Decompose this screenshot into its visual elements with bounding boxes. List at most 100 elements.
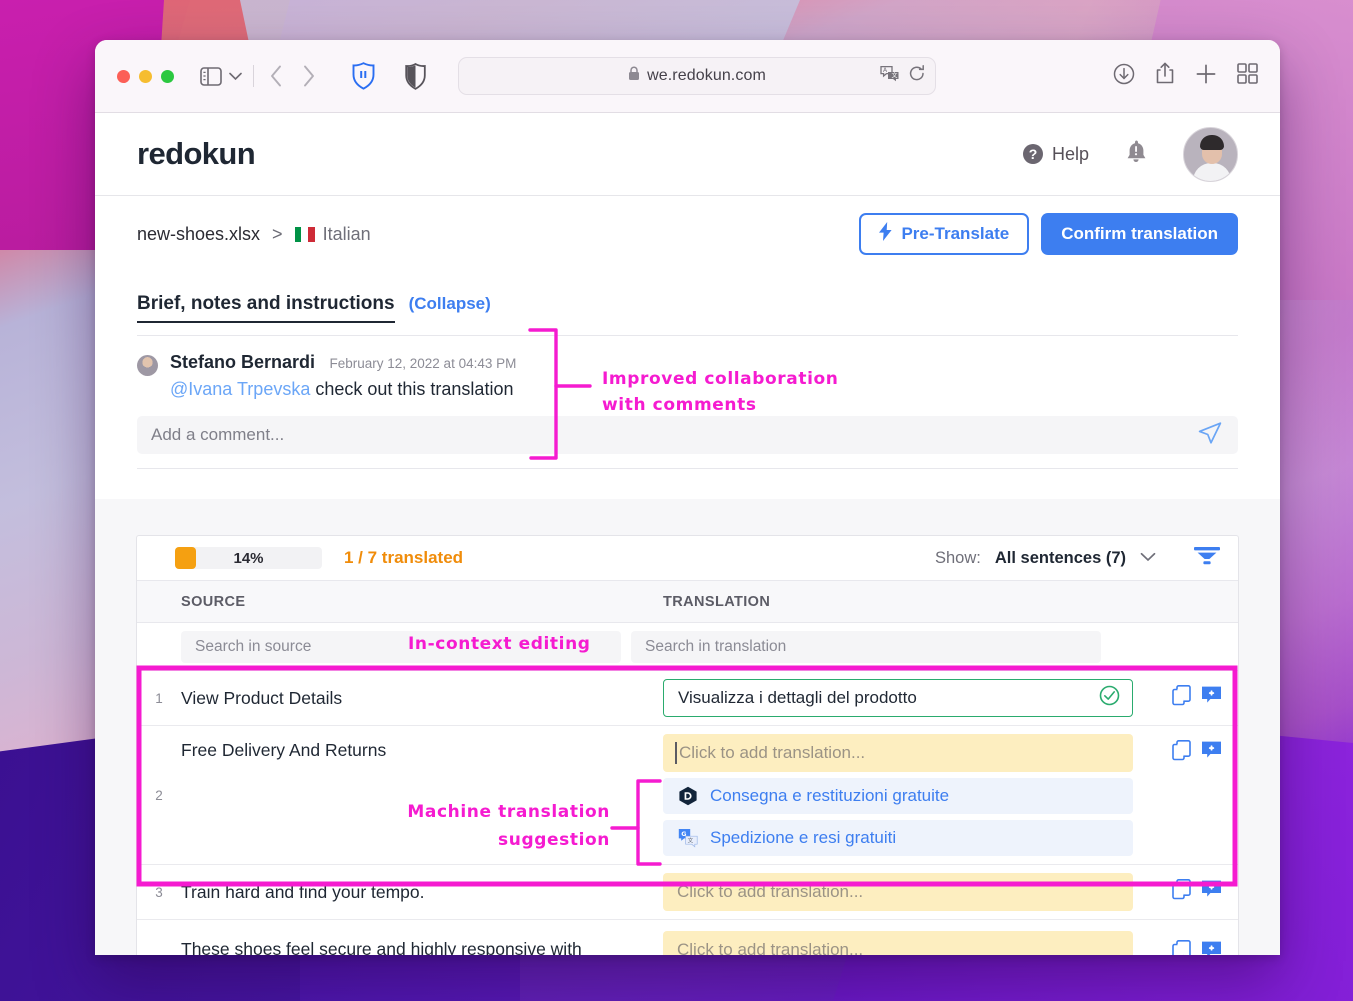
add-comment-input[interactable]: Add a comment... bbox=[137, 416, 1238, 454]
progress-percent: 14% bbox=[233, 550, 263, 567]
privacy-shield-icon[interactable] bbox=[398, 61, 432, 91]
breadcrumb-language[interactable]: Italian bbox=[295, 224, 371, 245]
show-label: Show: bbox=[935, 549, 981, 568]
address-bar[interactable]: we.redokun.com A 文 bbox=[458, 57, 936, 95]
breadcrumb-separator: > bbox=[272, 224, 283, 245]
add-comment-placeholder: Add a comment... bbox=[151, 425, 284, 445]
tab-overview-icon[interactable] bbox=[1237, 63, 1258, 89]
row-source-text: Train hard and find your tempo. bbox=[181, 865, 653, 919]
breadcrumb: new-shoes.xlsx > Italian bbox=[137, 224, 371, 245]
row-number: 4 bbox=[137, 920, 181, 955]
lock-icon bbox=[628, 66, 640, 86]
table-row: 4 These shoes feel secure and highly res… bbox=[137, 920, 1238, 955]
browser-toolbar: we.redokun.com A 文 bbox=[95, 40, 1280, 113]
row-source-text: Free Delivery And Returns bbox=[181, 726, 653, 864]
row-number: 1 bbox=[137, 671, 181, 725]
comment-body: @Ivana Trpevska check out this translati… bbox=[170, 379, 516, 400]
check-circle-icon bbox=[1099, 685, 1120, 711]
search-translation-placeholder: Search in translation bbox=[645, 638, 786, 656]
zoom-window-button[interactable] bbox=[161, 70, 174, 83]
row-translation-placeholder: Click to add translation... bbox=[677, 882, 863, 902]
breadcrumb-row: new-shoes.xlsx > Italian Pre-Translate C… bbox=[95, 196, 1280, 271]
svg-text:文: 文 bbox=[687, 837, 693, 845]
search-translation-input[interactable]: Search in translation bbox=[631, 631, 1101, 663]
table-row: 1 View Product Details Visualizza i dett… bbox=[137, 671, 1238, 726]
pre-translate-button[interactable]: Pre-Translate bbox=[859, 213, 1029, 255]
table-row: 3 Train hard and find your tempo. Click … bbox=[137, 865, 1238, 920]
copy-icon[interactable] bbox=[1172, 740, 1191, 761]
search-source-input[interactable]: Search in source bbox=[181, 631, 621, 663]
google-translate-icon: G 文 bbox=[677, 828, 698, 849]
copy-icon[interactable] bbox=[1172, 685, 1191, 706]
sentence-panel: 14% 1 / 7 translated Show: All sentences… bbox=[136, 535, 1239, 955]
row-translation-input[interactable]: Click to add translation... bbox=[663, 734, 1133, 772]
redokun-logo[interactable]: redokun bbox=[137, 136, 255, 172]
row-source-text: These shoes feel secure and highly respo… bbox=[181, 920, 653, 955]
add-comment-icon[interactable] bbox=[1201, 940, 1222, 955]
comment-item: Stefano Bernardi February 12, 2022 at 04… bbox=[137, 336, 1238, 400]
machine-translation-suggestion[interactable]: G 文 Spedizione e resi gratuiti bbox=[663, 820, 1133, 856]
new-tab-icon[interactable] bbox=[1195, 63, 1217, 90]
toolbar-divider bbox=[253, 65, 254, 87]
breadcrumb-language-label: Italian bbox=[323, 224, 371, 245]
progress-bar: 14% bbox=[175, 547, 322, 569]
forward-icon[interactable] bbox=[292, 61, 324, 91]
machine-translation-suggestion[interactable]: Consegna e restituzioni gratuite bbox=[663, 778, 1133, 814]
back-icon[interactable] bbox=[260, 61, 292, 91]
close-window-button[interactable] bbox=[117, 70, 130, 83]
brief-title: Brief, notes and instructions bbox=[137, 293, 395, 323]
avatar-body bbox=[1193, 163, 1231, 182]
row-translation-input[interactable]: Click to add translation... bbox=[663, 873, 1133, 911]
pre-translate-label: Pre-Translate bbox=[901, 224, 1009, 244]
add-comment-icon[interactable] bbox=[1201, 740, 1222, 761]
traffic-lights bbox=[117, 70, 174, 83]
reload-icon[interactable] bbox=[909, 65, 925, 87]
downloads-icon[interactable] bbox=[1113, 63, 1135, 90]
add-comment-icon[interactable] bbox=[1201, 685, 1222, 706]
svg-text:A: A bbox=[883, 67, 888, 74]
confirm-translation-label: Confirm translation bbox=[1061, 224, 1218, 244]
filter-funnel-icon[interactable] bbox=[1194, 546, 1220, 571]
comment-timestamp: February 12, 2022 at 04:43 PM bbox=[329, 356, 516, 371]
share-icon[interactable] bbox=[1155, 62, 1175, 90]
avatar[interactable] bbox=[1183, 127, 1238, 182]
app-header: redokun ? Help bbox=[95, 113, 1280, 196]
translate-icon[interactable]: A 文 bbox=[880, 65, 900, 87]
copy-icon[interactable] bbox=[1172, 879, 1191, 900]
brief-bottom-divider bbox=[137, 468, 1238, 469]
collapse-link[interactable]: (Collapse) bbox=[409, 294, 491, 314]
url-text: we.redokun.com bbox=[647, 67, 766, 85]
italy-flag-icon bbox=[295, 227, 315, 242]
help-button[interactable]: ? Help bbox=[1023, 144, 1089, 165]
comment-mention[interactable]: @Ivana Trpevska bbox=[170, 379, 310, 399]
confirm-translation-button[interactable]: Confirm translation bbox=[1041, 213, 1238, 255]
sidebar-chevron-down-icon[interactable] bbox=[225, 62, 245, 90]
sentence-grid-area: 14% 1 / 7 translated Show: All sentences… bbox=[95, 499, 1280, 955]
panel-toolbar: 14% 1 / 7 translated Show: All sentences… bbox=[137, 536, 1238, 581]
sidebar-toggle-icon[interactable] bbox=[197, 62, 225, 90]
question-mark-icon: ? bbox=[1023, 144, 1043, 164]
row-translation-input[interactable]: Visualizza i dettagli del prodotto bbox=[663, 679, 1133, 717]
chevron-down-icon[interactable] bbox=[1140, 549, 1156, 567]
row-translation-input[interactable]: Click to add translation... bbox=[663, 931, 1133, 956]
table-row: 2 Free Delivery And Returns Click to add… bbox=[137, 726, 1238, 865]
copy-icon[interactable] bbox=[1172, 940, 1191, 955]
row-translation-text: Visualizza i dettagli del prodotto bbox=[678, 688, 917, 708]
comment-avatar bbox=[137, 355, 158, 376]
minimize-window-button[interactable] bbox=[139, 70, 152, 83]
browser-toolbar-right bbox=[1099, 62, 1258, 90]
translated-count: 1 / 7 translated bbox=[344, 548, 463, 568]
lightning-bolt-icon bbox=[879, 222, 892, 246]
breadcrumb-file[interactable]: new-shoes.xlsx bbox=[137, 224, 260, 245]
row-translation-placeholder: Click to add translation... bbox=[677, 743, 865, 763]
notification-bell-icon[interactable] bbox=[1125, 139, 1147, 169]
svg-text:文: 文 bbox=[892, 72, 898, 80]
progress-fill bbox=[175, 547, 196, 569]
suggestion-text: Spedizione e resi gratuiti bbox=[710, 828, 896, 848]
add-comment-icon[interactable] bbox=[1201, 879, 1222, 900]
adblock-shield-icon[interactable] bbox=[346, 61, 380, 91]
table-header-row: SOURCE TRANSLATION bbox=[137, 581, 1238, 623]
show-value[interactable]: All sentences (7) bbox=[995, 549, 1126, 568]
send-paper-plane-icon[interactable] bbox=[1198, 422, 1222, 449]
search-source-placeholder: Search in source bbox=[195, 638, 311, 656]
